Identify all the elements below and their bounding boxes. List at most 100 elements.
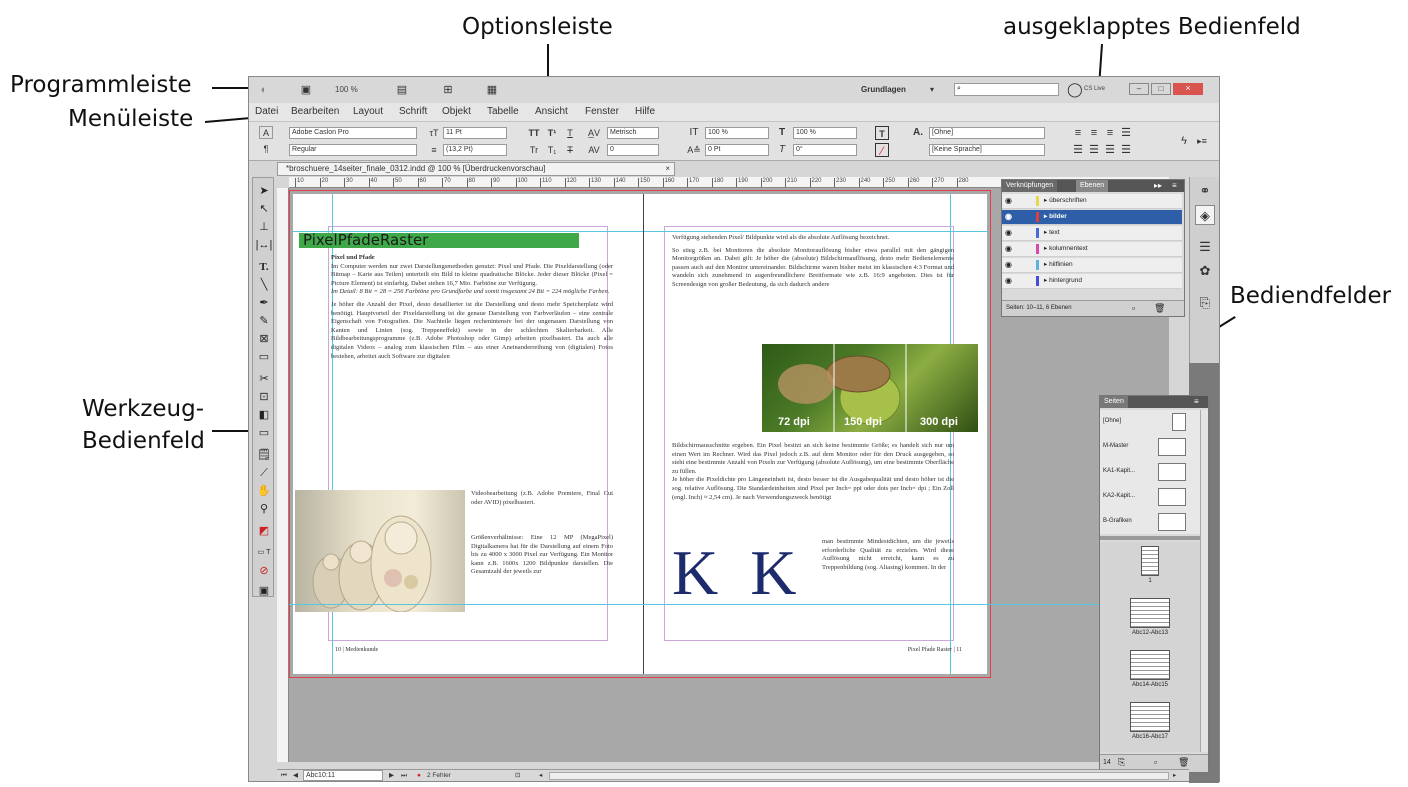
note-tool-icon[interactable]: 🗒: [255, 446, 273, 464]
horizontal-scrollbar[interactable]: [549, 772, 1169, 780]
master-page-label[interactable]: KA2-Kapit...: [1103, 493, 1135, 499]
next-page-icon[interactable]: ▶: [389, 770, 394, 782]
scroll-left-icon[interactable]: ◂: [539, 770, 542, 782]
visibility-eye-icon[interactable]: ◉: [1005, 210, 1012, 224]
page-tool-icon[interactable]: ⊥: [255, 218, 273, 236]
eyedropper-tool-icon[interactable]: ⟋: [255, 464, 273, 482]
tab-seiten[interactable]: Seiten: [1100, 396, 1128, 408]
strikethrough-icon[interactable]: T: [563, 143, 577, 157]
text-stroke-icon[interactable]: ⁄: [875, 143, 889, 158]
screen-mode-icon[interactable]: ▣: [255, 582, 273, 600]
page-size-icon[interactable]: ⎘: [1118, 757, 1125, 768]
selection-tool-icon[interactable]: ➤: [255, 182, 273, 200]
gradient-swatch-tool-icon[interactable]: ◧: [255, 406, 273, 424]
menu-objekt[interactable]: Objekt: [442, 106, 471, 117]
line-tool-icon[interactable]: ╲: [255, 276, 273, 294]
gradient-feather-tool-icon[interactable]: ▭: [255, 424, 273, 442]
hand-tool-icon[interactable]: ✋: [255, 482, 273, 500]
new-page-icon[interactable]: ▫: [1154, 757, 1157, 767]
menu-datei[interactable]: Datei: [255, 106, 278, 117]
master-page-thumb[interactable]: [1158, 438, 1186, 456]
visibility-eye-icon[interactable]: ◉: [1005, 226, 1012, 240]
page-number-field[interactable]: Abc10:11: [303, 770, 383, 781]
language-select[interactable]: [Keine Sprache]: [929, 144, 1045, 156]
master-page-thumb[interactable]: [1158, 513, 1186, 531]
preflight-status[interactable]: 2 Fehler: [427, 770, 451, 782]
text-fill-icon[interactable]: T: [875, 126, 889, 140]
visibility-eye-icon[interactable]: ◉: [1005, 194, 1012, 208]
swatches-panel-icon[interactable]: ✿: [1195, 261, 1215, 281]
new-layer-icon[interactable]: ▫: [1132, 303, 1135, 313]
visibility-eye-icon[interactable]: ◉: [1005, 258, 1012, 272]
maximize-icon[interactable]: □: [1151, 83, 1171, 95]
tab-verknuepfungen[interactable]: Verknüpfungen: [1002, 180, 1058, 192]
menu-layout[interactable]: Layout: [353, 106, 383, 117]
pages-panel-icon[interactable]: ⎘: [1195, 293, 1215, 313]
layer-row[interactable]: ◉ ▸ überschriften: [1002, 194, 1182, 209]
panel-collapse-icon[interactable]: ▸▸: [1154, 181, 1162, 190]
gap-tool-icon[interactable]: |↔|: [255, 236, 273, 254]
align-towards-spine-icon[interactable]: ☰: [1087, 143, 1101, 157]
delete-layer-icon[interactable]: 🗑: [1154, 303, 1165, 314]
pen-tool-icon[interactable]: ✒: [255, 294, 273, 312]
align-center-icon[interactable]: ≡: [1087, 126, 1101, 140]
spread-thumb[interactable]: [1130, 598, 1170, 628]
scroll-right-icon[interactable]: ▸: [1173, 770, 1176, 782]
spread-thumb[interactable]: [1141, 546, 1159, 576]
scissors-tool-icon[interactable]: ✂: [255, 370, 273, 388]
layer-row[interactable]: ◉ ▸ text: [1002, 226, 1182, 241]
panel-divider[interactable]: [1100, 536, 1208, 540]
menu-fenster[interactable]: Fenster: [585, 106, 619, 117]
font-size-field[interactable]: 11 Pt: [443, 127, 507, 139]
menu-hilfe[interactable]: Hilfe: [635, 106, 655, 117]
layers-panel-icon[interactable]: ◈: [1195, 205, 1215, 225]
font-style-select[interactable]: Regular: [289, 144, 417, 156]
panel-menu-icon[interactable]: ≡: [1172, 181, 1177, 190]
character-mode-icon[interactable]: A: [259, 126, 273, 139]
all-caps-icon[interactable]: TT: [527, 126, 541, 140]
formatting-affects-icon[interactable]: ▭ T: [255, 544, 273, 562]
minimize-icon[interactable]: –: [1129, 83, 1149, 95]
visibility-eye-icon[interactable]: ◉: [1005, 274, 1012, 288]
horizontal-scale-field[interactable]: 100 %: [793, 127, 857, 139]
screen-mode-icon[interactable]: ⊞: [441, 83, 455, 97]
preflight-error-icon[interactable]: ●: [417, 770, 421, 782]
menu-tabelle[interactable]: Tabelle: [487, 106, 519, 117]
tab-ebenen[interactable]: Ebenen: [1076, 180, 1109, 192]
pencil-tool-icon[interactable]: ✎: [255, 312, 273, 330]
master-page-label[interactable]: [Ohne]: [1103, 418, 1121, 424]
search-input[interactable]: ⌕: [954, 83, 1059, 96]
cs-live-icon[interactable]: ◯: [1067, 82, 1083, 96]
links-panel-icon[interactable]: ⚭: [1195, 181, 1215, 201]
bridge-icon[interactable]: ▣: [299, 83, 313, 97]
paragraph-mode-icon[interactable]: ¶: [259, 142, 273, 156]
small-caps-icon[interactable]: Tr: [527, 143, 541, 157]
direct-selection-tool-icon[interactable]: ↖: [255, 200, 273, 218]
baseline-shift-field[interactable]: 0 Pt: [705, 144, 769, 156]
panel-menu-icon[interactable]: ▸≡: [1195, 134, 1209, 148]
pages-scrollbar[interactable]: [1200, 410, 1208, 752]
zoom-tool-icon[interactable]: ⚲: [255, 500, 273, 518]
rectangle-frame-tool-icon[interactable]: ⊠: [255, 330, 273, 348]
vertical-ruler[interactable]: [277, 188, 289, 762]
rectangle-tool-icon[interactable]: ▭: [255, 348, 273, 366]
master-page-thumb[interactable]: [1172, 413, 1186, 431]
first-page-icon[interactable]: ⏮: [281, 770, 287, 782]
menu-schrift[interactable]: Schrift: [399, 106, 427, 117]
master-page-thumb[interactable]: [1158, 463, 1186, 481]
underline-icon[interactable]: T: [563, 126, 577, 140]
master-page-label[interactable]: B-Grafiken: [1103, 518, 1132, 524]
close-tab-icon[interactable]: ×: [665, 163, 670, 175]
arrange-documents-icon[interactable]: ▦: [485, 83, 499, 97]
vertical-scale-field[interactable]: 100 %: [705, 127, 769, 139]
layer-row[interactable]: ◉ ▸ kolumnentext: [1002, 242, 1182, 257]
close-icon[interactable]: ×: [1173, 83, 1203, 95]
tracking-field[interactable]: 0: [607, 144, 659, 156]
bullets-icon[interactable]: ☰: [1119, 143, 1133, 157]
workspace-switcher[interactable]: Grundlagen: [861, 85, 906, 94]
spread-thumb[interactable]: [1130, 702, 1170, 732]
align-top-icon[interactable]: ☰: [1071, 143, 1085, 157]
layer-row[interactable]: ◉ ▸ hintergrund: [1002, 274, 1182, 289]
view-options-icon[interactable]: ▤: [395, 83, 409, 97]
align-away-spine-icon[interactable]: ☰: [1103, 143, 1117, 157]
